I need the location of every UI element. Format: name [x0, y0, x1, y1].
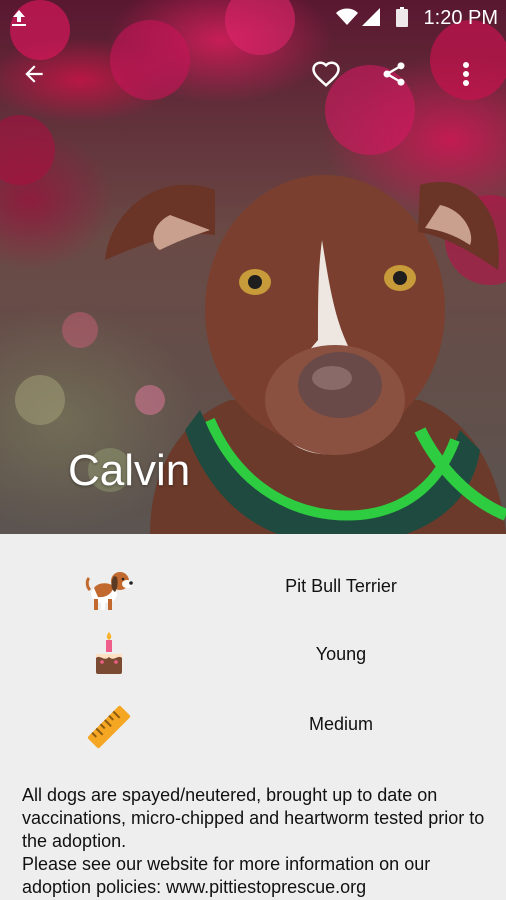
- share-icon: [383, 62, 405, 86]
- back-button[interactable]: [10, 50, 58, 98]
- more-options-button[interactable]: [442, 50, 490, 98]
- app-toolbar: [0, 46, 506, 102]
- adoption-description: All dogs are spayed/neutered, brought up…: [22, 784, 492, 899]
- upload-icon: [10, 8, 28, 33]
- share-button[interactable]: [370, 50, 418, 98]
- favorite-button[interactable]: [302, 50, 350, 98]
- back-arrow-icon: [25, 65, 43, 83]
- description-paragraph-2: Please see our website for more informat…: [22, 854, 431, 897]
- age-row: Young: [0, 628, 506, 684]
- battery-icon: [396, 7, 408, 32]
- breed-value: Pit Bull Terrier: [285, 576, 397, 596]
- heart-outline-icon: [312, 61, 340, 87]
- size-row: Medium: [0, 698, 506, 754]
- wifi-icon: [336, 8, 358, 31]
- more-vert-icon: [463, 62, 469, 86]
- breed-row: Pit Bull Terrier: [0, 560, 506, 616]
- status-time: 1:20 PM: [423, 7, 498, 29]
- birthday-cake-emoji-icon: [96, 632, 122, 674]
- age-value: Young: [315, 644, 367, 664]
- ruler-emoji-icon: [87, 705, 131, 749]
- dog-emoji-icon: [85, 572, 133, 610]
- signal-icon: [362, 8, 380, 31]
- size-value: Medium: [308, 714, 374, 734]
- status-bar: 1:20 PM: [0, 0, 506, 36]
- pet-name: Calvin: [68, 446, 191, 495]
- description-paragraph-1: All dogs are spayed/neutered, brought up…: [22, 785, 485, 851]
